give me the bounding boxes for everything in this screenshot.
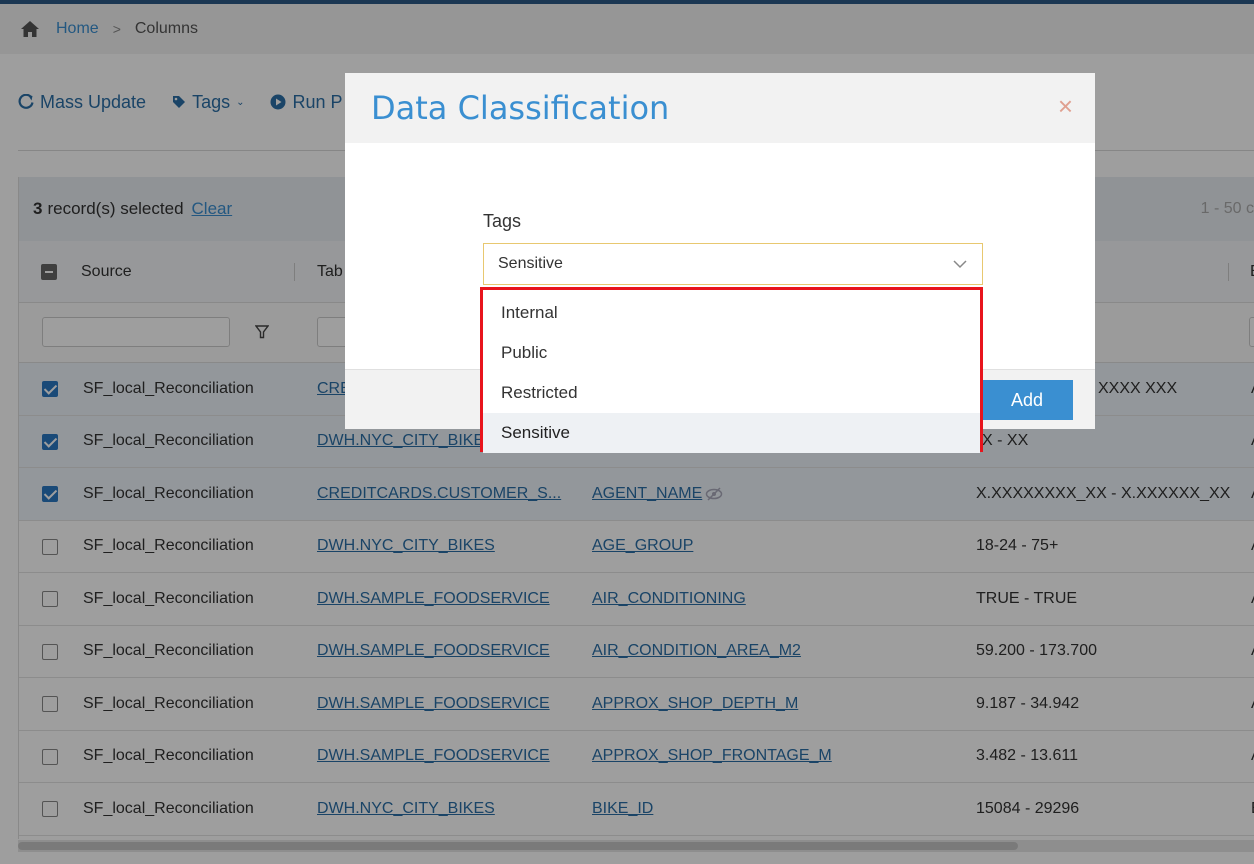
option-public[interactable]: Public bbox=[483, 333, 980, 373]
chevron-down-icon bbox=[953, 260, 967, 269]
close-icon[interactable]: × bbox=[1058, 93, 1073, 119]
dialog-title: Data Classification bbox=[371, 89, 670, 127]
tags-field-label: Tags bbox=[483, 211, 522, 231]
option-internal[interactable]: Internal bbox=[483, 293, 980, 333]
dialog-header: Data Classification × bbox=[345, 73, 1095, 143]
tags-dropdown-list: Internal Public Restricted Sensitive bbox=[480, 287, 983, 453]
tags-select-value: Sensitive bbox=[498, 255, 563, 272]
tags-select[interactable]: Sensitive bbox=[483, 243, 983, 285]
option-sensitive[interactable]: Sensitive bbox=[483, 413, 980, 453]
option-restricted[interactable]: Restricted bbox=[483, 373, 980, 413]
add-button[interactable]: Add bbox=[981, 380, 1073, 420]
